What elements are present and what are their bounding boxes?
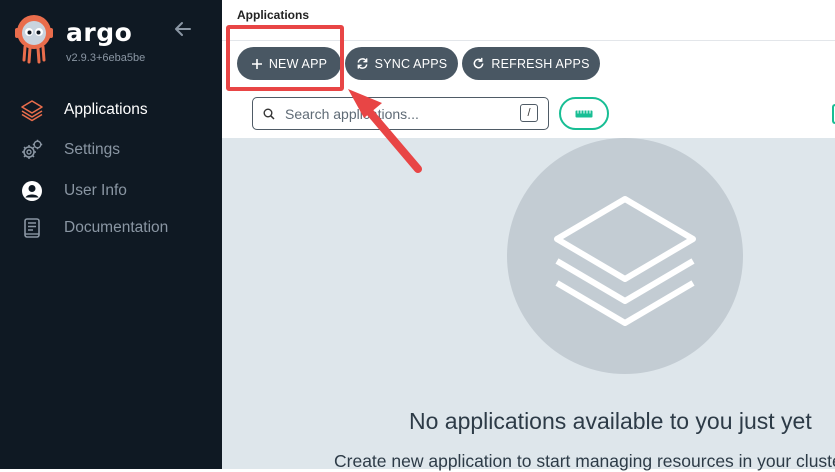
version-label: v2.9.3+6eba5be [66,52,146,64]
main-panel: Applications NEW APP SYNC APPS REFRESH A… [222,0,835,471]
annotation-highlight-box [226,25,344,91]
sync-apps-label: SYNC APPS [374,56,448,71]
sidebar: argo v2.9.3+6eba5be Applications Setting… [0,0,222,469]
page-title: Applications [237,8,310,22]
view-toggle-button[interactable] [559,97,609,130]
layers-icon [550,179,700,334]
sidebar-item-documentation[interactable]: Documentation [20,215,168,241]
sidebar-item-applications[interactable]: Applications [20,97,148,123]
argo-logo-icon[interactable] [12,14,56,64]
refresh-icon [472,57,485,70]
sync-icon [356,57,369,70]
sidebar-item-label: Applications [64,101,148,118]
collapse-sidebar-icon[interactable] [172,18,194,40]
layers-icon [20,98,44,122]
empty-state-area: No applications available to you just ye… [222,138,835,471]
refresh-apps-label: REFRESH APPS [491,56,590,71]
search-shortcut-key: / [520,104,538,122]
brand-name: argo [66,18,133,47]
user-circle-icon [20,179,44,203]
sync-apps-button[interactable]: SYNC APPS [345,47,458,80]
search-input[interactable] [283,104,507,123]
empty-state-illustration [507,138,743,374]
sidebar-item-user-info[interactable]: User Info [20,178,127,204]
search-box[interactable]: / [252,97,549,130]
gears-icon [20,138,44,162]
sidebar-item-label: Settings [64,141,121,158]
empty-state-title: No applications available to you just ye… [409,408,812,434]
ruler-icon [575,105,593,123]
sidebar-item-settings[interactable]: Settings [20,137,120,163]
sidebar-item-label: Documentation [64,219,169,236]
book-icon [20,216,44,240]
search-icon [263,108,275,120]
refresh-apps-button[interactable]: REFRESH APPS [462,47,600,80]
sidebar-item-label: User Info [64,182,127,199]
